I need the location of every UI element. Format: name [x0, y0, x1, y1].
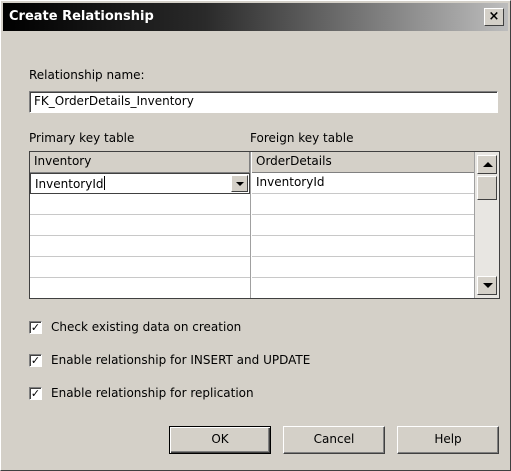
table-row[interactable]	[30, 278, 250, 298]
enable-insert-update-label: Enable relationship for INSERT and UPDAT…	[51, 353, 311, 367]
ok-button[interactable]: OK	[169, 426, 271, 454]
foreign-table-header[interactable]: OrderDetails	[252, 152, 474, 173]
foreign-key-column: OrderDetails InventoryId	[252, 152, 474, 298]
check-existing-label: Check existing data on creation	[51, 320, 242, 334]
enable-replication-label: Enable relationship for replication	[51, 386, 254, 400]
foreign-key-table-label: Foreign key table	[250, 131, 354, 145]
primary-key-table-label: Primary key table	[29, 131, 135, 145]
primary-key-cell[interactable]: InventoryId	[30, 173, 250, 194]
chevron-down-icon[interactable]	[231, 175, 248, 192]
text-caret	[104, 176, 106, 190]
table-row[interactable]	[30, 257, 250, 278]
primary-key-column: Inventory InventoryId	[30, 152, 251, 298]
window-title: Create Relationship	[9, 9, 154, 24]
key-columns-grid: Inventory InventoryId OrderDetails Inven…	[29, 151, 500, 299]
table-row[interactable]	[252, 215, 474, 236]
vertical-scrollbar[interactable]	[474, 152, 499, 298]
close-button[interactable]: ×	[484, 8, 504, 26]
foreign-key-cell[interactable]: InventoryId	[252, 173, 474, 194]
cancel-button[interactable]: Cancel	[283, 426, 385, 454]
table-row[interactable]	[30, 194, 250, 215]
create-relationship-dialog: Create Relationship × Relationship name:…	[0, 0, 511, 471]
primary-table-header[interactable]: Inventory	[30, 152, 250, 173]
table-row[interactable]	[252, 236, 474, 257]
check-existing-checkbox[interactable]: ✓	[29, 321, 42, 334]
enable-insert-update-checkbox[interactable]: ✓	[29, 354, 42, 367]
enable-replication-checkbox[interactable]: ✓	[29, 387, 42, 400]
title-bar: Create Relationship ×	[3, 3, 508, 31]
relationship-name-label: Relationship name:	[29, 68, 145, 82]
relationship-name-input[interactable]: FK_OrderDetails_Inventory	[29, 91, 498, 113]
table-row[interactable]	[30, 236, 250, 257]
table-row[interactable]	[30, 215, 250, 236]
table-row[interactable]	[252, 257, 474, 278]
scroll-up-icon[interactable]	[477, 155, 497, 174]
table-row[interactable]	[252, 194, 474, 215]
scroll-thumb[interactable]	[477, 176, 497, 200]
help-button[interactable]: Help	[397, 426, 499, 454]
primary-key-cell-value: InventoryId	[35, 177, 104, 191]
table-row[interactable]	[252, 278, 474, 298]
scroll-down-icon[interactable]	[477, 276, 497, 295]
